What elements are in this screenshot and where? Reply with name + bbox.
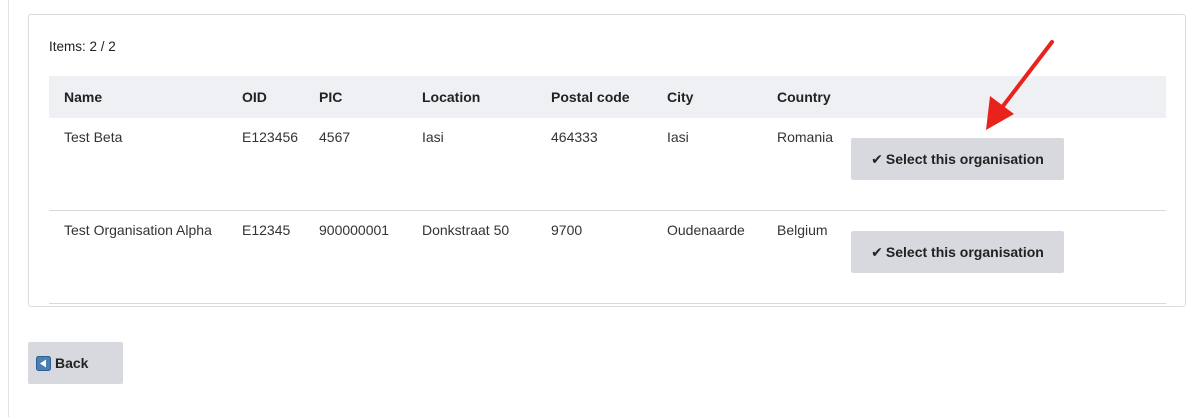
check-icon: ✔ bbox=[871, 151, 883, 167]
column-header-pic[interactable]: PIC bbox=[304, 76, 407, 118]
cell-location: Iasi bbox=[407, 118, 536, 211]
cell-action: ✔ Select this organisation bbox=[845, 118, 1166, 211]
select-organisation-button[interactable]: ✔ Select this organisation bbox=[851, 138, 1064, 180]
cell-postal-code: 9700 bbox=[536, 210, 652, 304]
back-label: Back bbox=[55, 355, 89, 371]
column-header-postal-code[interactable]: Postal code bbox=[536, 76, 652, 118]
select-organisation-label: Select this organisation bbox=[885, 244, 1044, 260]
cell-oid: E123456 bbox=[227, 118, 304, 211]
cell-pic: 4567 bbox=[304, 118, 407, 211]
table-row: Test Organisation Alpha E12345 900000001… bbox=[49, 210, 1166, 304]
cell-country: Belgium bbox=[762, 210, 845, 304]
select-organisation-button[interactable]: ✔ Select this organisation bbox=[851, 231, 1064, 273]
back-arrow-icon bbox=[36, 355, 51, 371]
column-header-country[interactable]: Country bbox=[762, 76, 845, 118]
cell-city: Iasi bbox=[652, 118, 762, 211]
items-count: Items: 2 / 2 bbox=[49, 39, 116, 54]
cell-postal-code: 464333 bbox=[536, 118, 652, 211]
cell-name: Test Organisation Alpha bbox=[49, 210, 227, 304]
organisations-table: Name OID PIC Location Postal code City C… bbox=[49, 76, 1166, 304]
back-button[interactable]: Back bbox=[28, 342, 123, 384]
cell-oid: E12345 bbox=[227, 210, 304, 304]
check-icon: ✔ bbox=[871, 244, 883, 260]
cell-pic: 900000001 bbox=[304, 210, 407, 304]
table-header-row: Name OID PIC Location Postal code City C… bbox=[49, 76, 1166, 118]
column-header-city[interactable]: City bbox=[652, 76, 762, 118]
cell-country: Romania bbox=[762, 118, 845, 211]
results-card: Items: 2 / 2 Name OID PIC Location Posta… bbox=[28, 14, 1186, 307]
cell-name: Test Beta bbox=[49, 118, 227, 211]
cell-action: ✔ Select this organisation bbox=[845, 210, 1166, 304]
select-organisation-label: Select this organisation bbox=[885, 151, 1044, 167]
column-header-name[interactable]: Name bbox=[49, 76, 227, 118]
column-header-location[interactable]: Location bbox=[407, 76, 536, 118]
column-header-actions bbox=[845, 76, 1166, 118]
cell-city: Oudenaarde bbox=[652, 210, 762, 304]
page-left-border bbox=[8, 0, 9, 417]
column-header-oid[interactable]: OID bbox=[227, 76, 304, 118]
table-row: Test Beta E123456 4567 Iasi 464333 Iasi … bbox=[49, 118, 1166, 211]
cell-location: Donkstraat 50 bbox=[407, 210, 536, 304]
